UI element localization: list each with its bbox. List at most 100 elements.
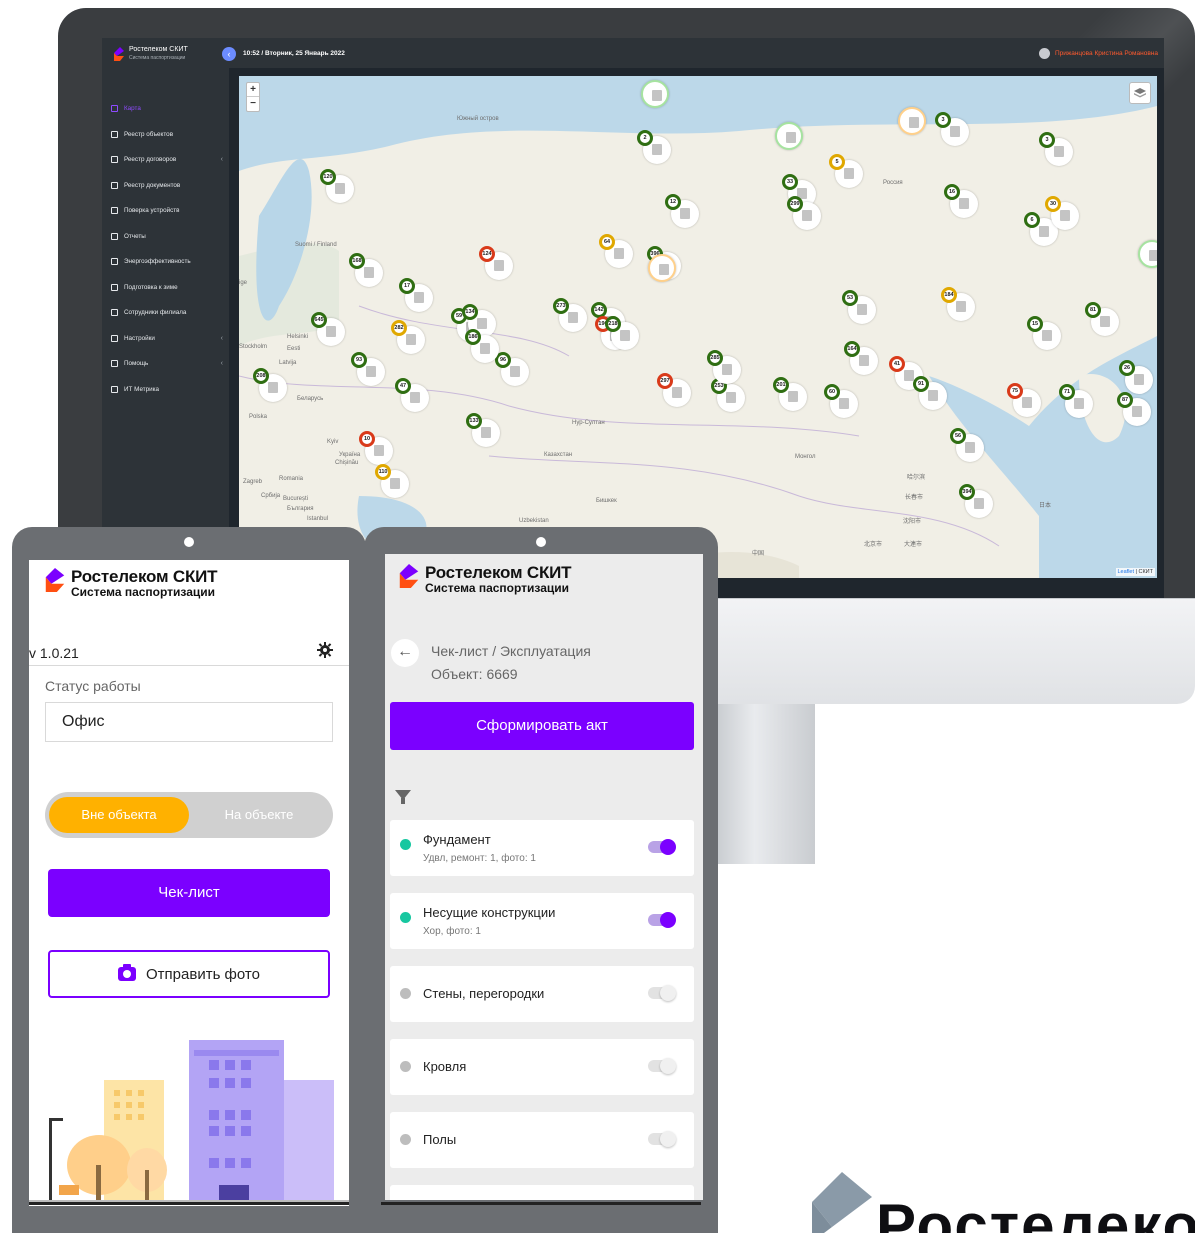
nav-item[interactable]: Карта [111,96,229,122]
map-building-marker[interactable] [892,101,926,135]
map-cluster-marker[interactable]: 17 [399,278,433,312]
nav-item[interactable]: ИТ Метрика [111,377,229,403]
checklist-item[interactable]: Потолки [390,1185,694,1200]
toggle-switch[interactable] [648,1131,676,1147]
map-cluster-marker[interactable]: 81 [1085,302,1119,336]
checklist-item[interactable]: Полы [390,1112,694,1168]
nav-item[interactable]: Отчеты [111,224,229,250]
map-building-marker[interactable] [1132,234,1157,268]
nav-item[interactable]: Поверка устройств [111,198,229,224]
back-button[interactable]: ← [391,639,419,667]
map-building-marker[interactable] [642,248,676,282]
nav-item[interactable]: Реестр объектов [111,122,229,148]
map-cluster-marker[interactable]: 64 [599,234,633,268]
nav-item[interactable]: Реестр договоров ‹ [111,147,229,173]
map-cluster-marker[interactable]: 184 [941,287,975,321]
map-cluster-marker[interactable]: 297 [657,373,691,407]
toggle-switch[interactable] [648,912,676,928]
map-cluster-marker[interactable]: 299 [787,196,821,230]
map-cluster-marker[interactable]: 273 [553,298,587,332]
map-cluster-marker[interactable]: 208 [253,368,287,402]
checklist-item[interactable]: Несущие конструкции Хор, фото: 1 [390,893,694,949]
map-cluster-marker[interactable]: 5 [829,154,863,188]
map-cluster-marker[interactable]: 164 [844,341,878,375]
web-brand[interactable]: Ростелеком СКИТ Система паспортизации [114,46,188,62]
map-cluster-marker[interactable]: 124 [479,246,513,280]
map-cluster-marker[interactable]: 3 [935,112,969,146]
objects-map[interactable]: Южный остров Россия Казахстан Нур-Султан… [239,76,1157,578]
corner-logo: Ростелеком [812,1172,1195,1233]
nav-item[interactable]: Энергоэффективность [111,249,229,275]
list-icon [111,130,118,138]
map-cluster-marker[interactable]: 93 [351,352,385,386]
status-dot [400,839,411,850]
checklist-item-name: Несущие конструкции [423,905,556,920]
map-cluster-marker[interactable]: 282 [391,320,425,354]
map-cluster-marker[interactable]: 120 [320,169,354,203]
cluster-count: 285 [707,350,723,366]
toggle-off-site[interactable]: Вне объекта [49,797,189,833]
map-cluster-marker[interactable]: 75 [1007,383,1041,417]
zoom-out-button[interactable]: − [247,97,259,111]
cogs-icon [111,334,118,342]
checklist-item[interactable]: Стены, перегородки [390,966,694,1022]
map-cluster-marker[interactable]: 218 [605,316,639,350]
map-cluster-marker[interactable]: 394 [959,484,993,518]
map-cluster-marker[interactable]: 87 [1117,392,1151,426]
layers-button[interactable] [1129,82,1151,104]
checklist-item[interactable]: Фундамент Удвл, ремонт: 1, фото: 1 [390,820,694,876]
work-status-select[interactable]: Офис [45,702,333,742]
map-cluster-marker[interactable]: 186 [465,329,499,363]
sidebar-collapse-button[interactable]: ‹ [222,47,236,61]
checklist-button[interactable]: Чек-лист [48,869,330,917]
map-cluster-marker[interactable]: 56 [950,428,984,462]
toggle-on-site[interactable]: На объекте [189,797,329,833]
map-label: Россия [883,180,903,186]
map-cluster-marker[interactable]: 110 [375,464,409,498]
zoom-in-button[interactable]: + [247,83,259,97]
map-label: Нур-Султан [572,420,605,426]
map-cluster-marker[interactable]: 645 [311,312,345,346]
map-cluster-marker[interactable]: 133 [466,413,500,447]
map-cluster-marker[interactable]: 60 [824,384,858,418]
form-act-button[interactable]: Сформировать акт [390,702,694,750]
map-cluster-marker[interactable]: 16 [944,184,978,218]
nav-item[interactable]: Помощь ‹ [111,351,229,377]
leaflet-link[interactable]: Leaflet [1118,569,1135,575]
map-label: 大連市 [904,542,923,548]
map-cluster-marker[interactable]: 30 [1045,196,1079,230]
map-cluster-marker[interactable]: 53 [842,290,876,324]
toggle-switch[interactable] [648,839,676,855]
nav-item[interactable]: Подготовка к зиме [111,275,229,301]
send-photo-button[interactable]: Отправить фото [48,950,330,998]
map-cluster-marker[interactable]: 201 [773,377,807,411]
map-cluster-marker[interactable]: 10 [359,431,393,465]
map-cluster-marker[interactable]: 26 [1119,360,1153,394]
settings-button[interactable] [317,642,333,663]
map-cluster-marker[interactable]: 12 [665,194,699,228]
map-cluster-marker[interactable]: 71 [1059,384,1093,418]
nav-item[interactable]: Настройки ‹ [111,326,229,352]
map-cluster-marker[interactable]: 2 [637,130,671,164]
user-menu[interactable]: Прижанцова Кристина Романовна [1038,47,1158,59]
nav-item[interactable]: Сотрудники филиала [111,300,229,326]
map-cluster-marker[interactable]: 47 [395,378,429,412]
map-cluster-marker[interactable]: 285 [707,350,741,384]
map-cluster-marker[interactable]: 96 [495,352,529,386]
map-cluster-marker[interactable]: 91 [913,376,947,410]
map-cluster-marker[interactable]: 168 [349,253,383,287]
nav-item-label: Настройки [124,334,155,342]
map-building-marker[interactable] [635,76,669,108]
map-cluster-marker[interactable]: 3 [1039,132,1073,166]
map-building-marker[interactable] [769,116,803,150]
nav-item[interactable]: Реестр документов [111,173,229,199]
map-label: 沈阳市 [903,519,922,525]
map-label: Romania [279,476,304,482]
map-label: Србија [261,493,281,499]
map-cluster-marker[interactable]: 15 [1027,316,1061,350]
toggle-switch[interactable] [648,1058,676,1074]
toggle-switch[interactable] [648,985,676,1001]
checklist-item[interactable]: Кровля [390,1039,694,1095]
cluster-count: 3 [1039,132,1055,148]
filter-icon[interactable] [395,790,411,804]
